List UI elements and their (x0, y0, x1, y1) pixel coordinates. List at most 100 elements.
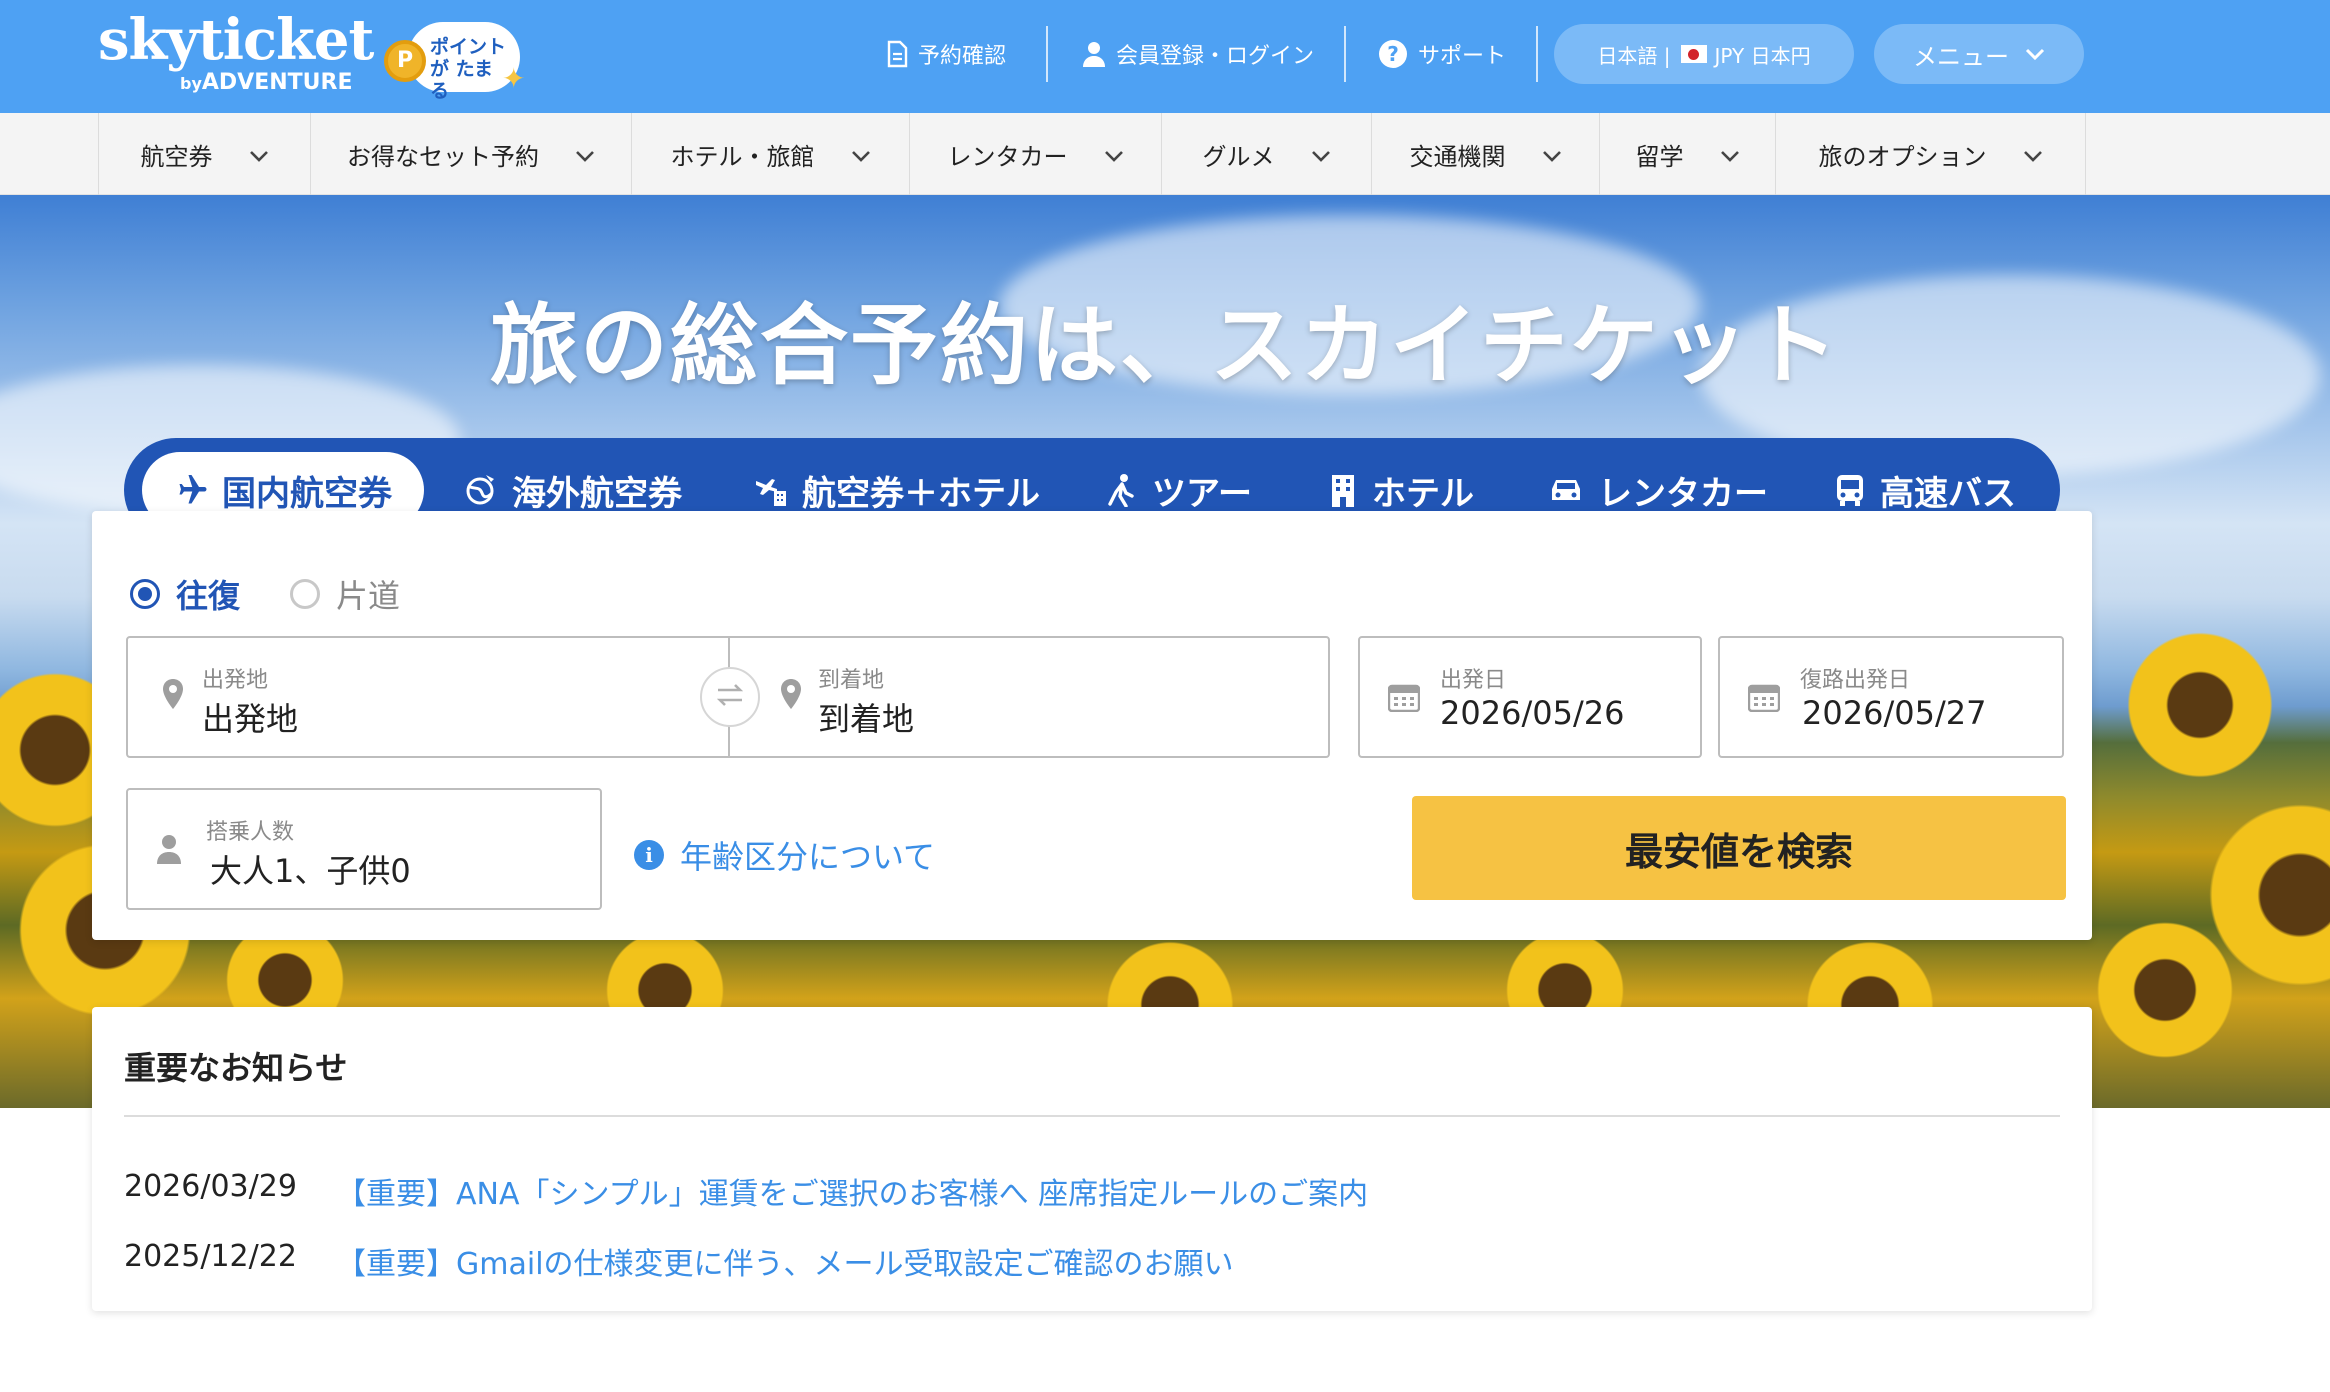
notice-item[interactable]: 2026/03/29 【重要】ANA「シンプル」運賃をご選択のお客様へ 座席指定… (124, 1169, 1368, 1213)
reservation-check-label: 予約確認 (918, 44, 1007, 69)
location-pin-icon (780, 678, 802, 710)
points-badge[interactable]: P ポイントが たまる ✦ (382, 12, 532, 102)
passenger-count-field[interactable]: 搭乗人数 大人1、子供0 (126, 788, 602, 910)
notice-item[interactable]: 2025/12/22 【重要】Gmailの仕様変更に伴う、メール受取設定ご確認の… (124, 1239, 1234, 1283)
chevron-down-icon (1311, 140, 1331, 168)
sunflower-shape (2120, 625, 2280, 785)
tab-label: 高速バス (1880, 473, 2016, 514)
language-currency-selector[interactable]: 日本語 | JPY 日本円 (1554, 24, 1854, 84)
chevron-down-icon (2023, 140, 2043, 168)
nav-transport[interactable]: 交通機関 (1371, 113, 1599, 195)
notices-title: 重要なお知らせ (124, 1049, 348, 1087)
hero-headline: 旅の総合予約は、スカイチケット (490, 294, 1841, 397)
japan-flag-icon (1680, 45, 1707, 63)
nav-set-deals[interactable]: お得なセット予約 (310, 113, 631, 195)
nav-travel-options[interactable]: 旅のオプション (1775, 113, 2086, 195)
passenger-count-label: 搭乗人数 (206, 820, 295, 845)
one-way-radio[interactable]: 片道 (290, 571, 400, 617)
notice-link[interactable]: 【重要】Gmailの仕様変更に伴う、メール受取設定ご確認のお願い (336, 1239, 1234, 1283)
swap-route-button[interactable] (700, 667, 760, 727)
logo-wordmark: skyticket (98, 7, 374, 73)
globe-plane-icon (464, 473, 498, 507)
support-label: サポート (1418, 44, 1507, 69)
nav-hotels[interactable]: ホテル・旅館 (631, 113, 909, 195)
notice-link[interactable]: 【重要】ANA「シンプル」運賃をご選択のお客様へ 座席指定ルールのご案内 (336, 1169, 1368, 1213)
arrival-value: 到着地 (818, 700, 915, 738)
hero-banner: 旅の総合予約は、スカイチケット 国内航空券 海外航空券 航空券＋ホテル ツアー (0, 195, 2330, 1108)
plane-hotel-icon (754, 473, 788, 507)
nav-rental-car[interactable]: レンタカー (909, 113, 1161, 195)
age-category-info-link[interactable]: i 年齢区分について (634, 832, 935, 878)
nav-label: 交通機関 (1409, 142, 1506, 171)
nav-label: ホテル・旅館 (670, 142, 815, 171)
svg-text:?: ? (1387, 42, 1399, 66)
chevron-down-icon (1104, 140, 1124, 168)
logo-adventure-text: ADVENTURE (201, 70, 353, 95)
passenger-count-value: 大人1、子供0 (210, 852, 411, 890)
search-cheapest-button[interactable]: 最安値を検索 (1412, 796, 2066, 900)
currency-label: JPY 日本円 (1714, 43, 1811, 68)
category-nav: 航空券 お得なセット予約 ホテル・旅館 レンタカー グルメ 交通機関 留学 旅の… (0, 113, 2330, 195)
radio-unselected-icon (290, 579, 320, 609)
age-category-info-label: 年齢区分について (680, 838, 936, 876)
departure-field[interactable]: 出発地 出発地 (128, 638, 730, 756)
route-field-group: 出発地 出発地 到着地 到着地 (126, 636, 1330, 758)
depart-date-field[interactable]: 出発日 2026/05/26 (1358, 636, 1702, 758)
reservation-check-link[interactable]: 予約確認 (886, 32, 1006, 76)
language-label: 日本語 | (1597, 43, 1671, 68)
arrival-label: 到着地 (818, 668, 885, 693)
header-divider (1046, 26, 1048, 82)
nav-study-abroad[interactable]: 留学 (1599, 113, 1775, 195)
notices-divider (124, 1115, 2060, 1117)
walker-icon (1104, 473, 1138, 507)
departure-value: 出発地 (202, 700, 299, 738)
arrival-field[interactable]: 到着地 到着地 (732, 638, 1328, 756)
register-login-label: 会員登録・ログイン (1116, 44, 1315, 69)
tab-label: ツアー (1152, 473, 1252, 514)
header-divider (1344, 26, 1346, 82)
nav-flights[interactable]: 航空券 (98, 113, 310, 195)
info-icon: i (634, 840, 664, 870)
menu-label: メニュー (1913, 42, 2009, 71)
logo-by-text: by (180, 74, 202, 93)
nav-gourmet[interactable]: グルメ (1161, 113, 1371, 195)
user-icon (1082, 40, 1106, 68)
swap-arrows-icon (714, 682, 746, 712)
car-icon (1548, 475, 1584, 505)
radio-selected-icon (130, 579, 160, 609)
one-way-label: 片道 (336, 577, 401, 615)
site-header: skyticket byADVENTURE P ポイントが たまる ✦ 予約確認… (0, 0, 2330, 113)
tab-label: ホテル (1372, 473, 1474, 514)
chevron-down-icon (249, 140, 269, 168)
help-circle-icon: ? (1378, 39, 1408, 69)
nav-label: 航空券 (140, 142, 213, 171)
depart-date-label: 出発日 (1440, 668, 1507, 693)
logo-subtitle: byADVENTURE (180, 70, 353, 95)
user-icon (156, 834, 182, 864)
menu-button[interactable]: メニュー (1874, 24, 2084, 84)
building-icon (1328, 473, 1358, 507)
calendar-icon (1388, 682, 1420, 712)
location-pin-icon (162, 678, 184, 710)
header-divider (1536, 26, 1538, 82)
depart-date-value: 2026/05/26 (1440, 694, 1625, 732)
tab-label: 海外航空券 (512, 473, 682, 514)
return-date-field[interactable]: 復路出発日 2026/05/27 (1718, 636, 2064, 758)
chevron-down-icon (2025, 48, 2045, 60)
support-link[interactable]: ? サポート (1378, 32, 1506, 76)
nav-label: お得なセット予約 (347, 142, 539, 171)
register-login-link[interactable]: 会員登録・ログイン (1082, 32, 1314, 76)
nav-label: グルメ (1202, 142, 1275, 171)
notice-date: 2026/03/29 (124, 1169, 297, 1204)
airplane-icon (172, 472, 208, 508)
return-date-value: 2026/05/27 (1802, 694, 1987, 732)
chevron-down-icon (575, 140, 595, 168)
chevron-down-icon (851, 140, 871, 168)
calendar-icon (1748, 682, 1780, 712)
tab-label: 国内航空券 (222, 473, 392, 514)
round-trip-radio[interactable]: 往復 (130, 571, 240, 617)
nav-label: 旅のオプション (1818, 142, 1987, 171)
tab-label: 航空券＋ホテル (802, 473, 1040, 514)
site-logo[interactable]: skyticket byADVENTURE (98, 7, 374, 95)
coin-icon: P (384, 40, 426, 82)
